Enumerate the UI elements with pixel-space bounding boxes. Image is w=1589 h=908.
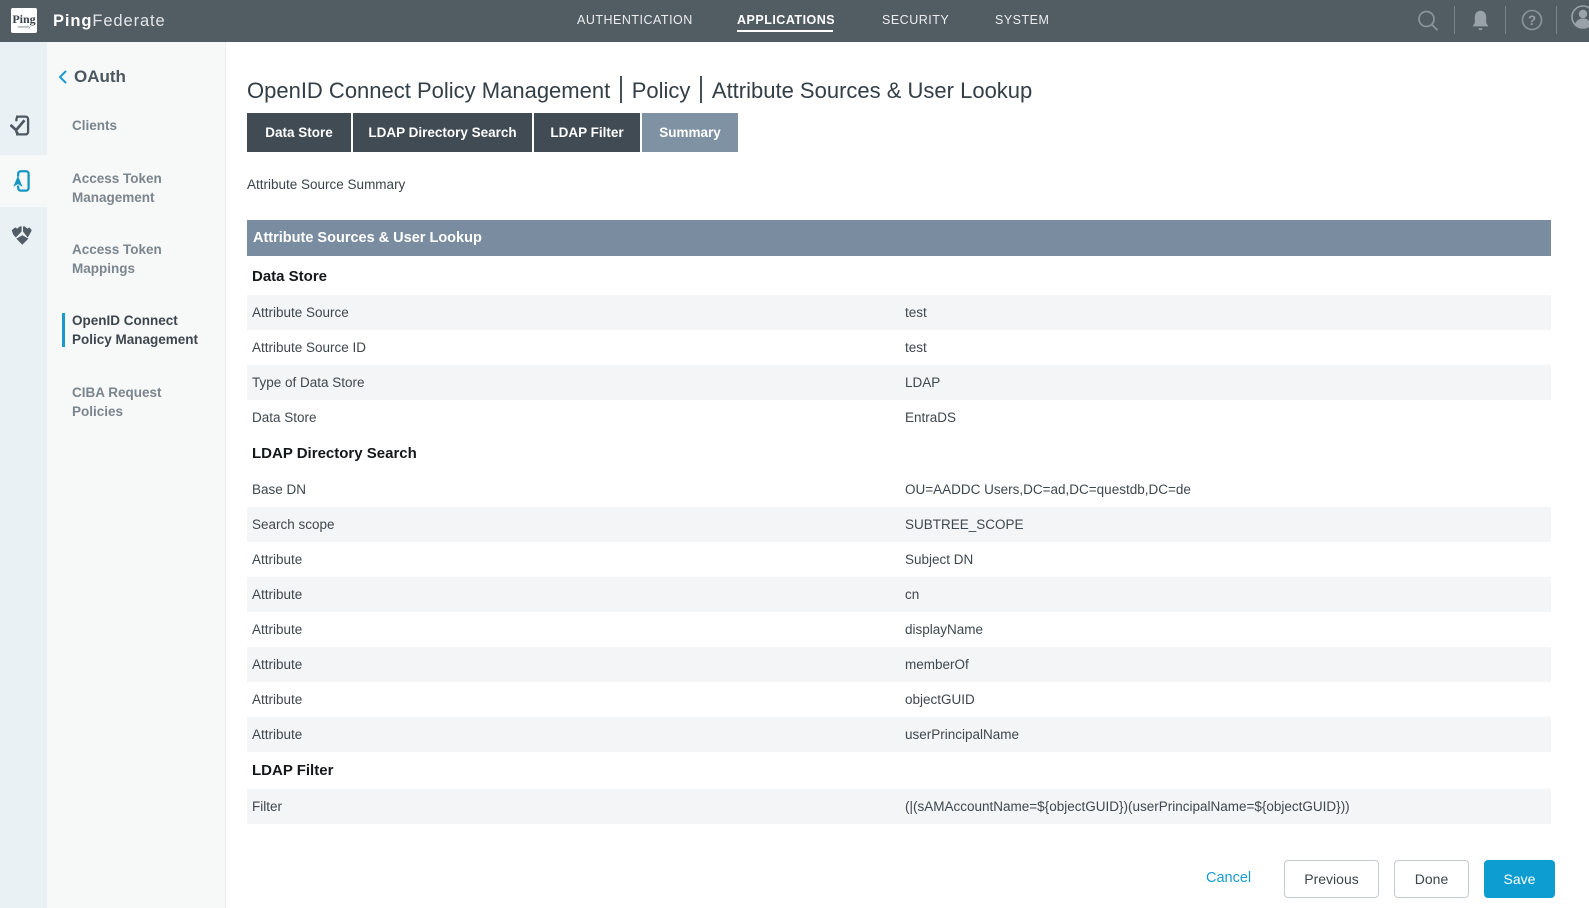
svg-text:?: ? (1528, 13, 1536, 28)
